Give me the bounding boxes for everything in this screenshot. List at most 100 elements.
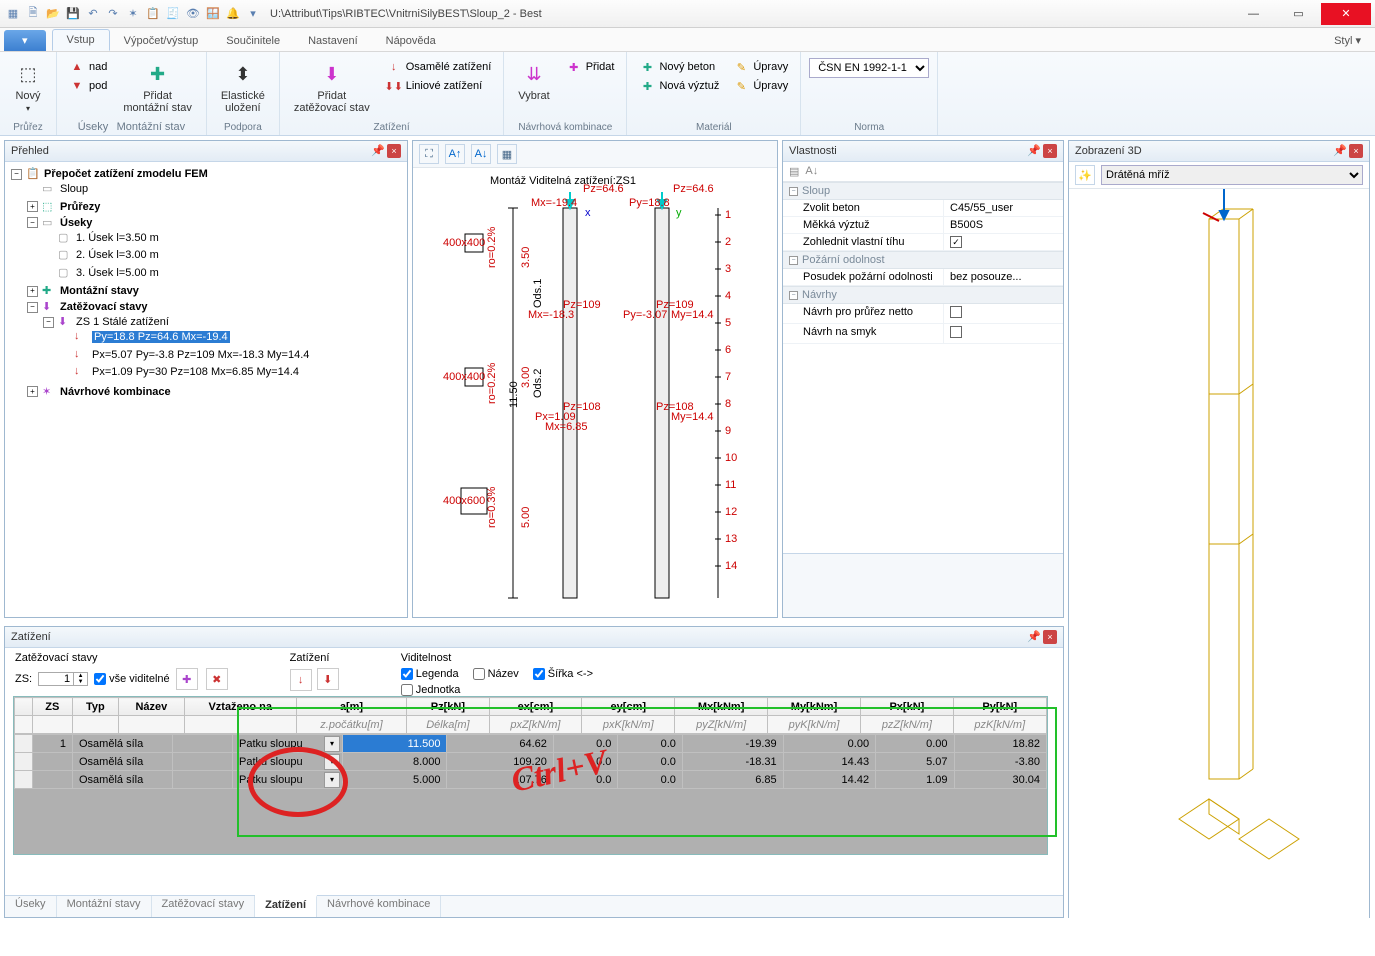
svg-text:3: 3 <box>725 263 731 275</box>
save-icon[interactable]: 💾 <box>64 5 82 23</box>
footer-tab[interactable]: Montážní stavy <box>57 896 152 917</box>
svg-text:400x400: 400x400 <box>443 237 485 249</box>
close-icon[interactable]: × <box>1349 144 1363 158</box>
all-visible-checkbox[interactable]: vše viditelné <box>94 673 170 685</box>
view3d-viewport[interactable] <box>1069 189 1369 922</box>
qat-icon[interactable]: ▦ <box>4 5 22 23</box>
tab-soucinitele[interactable]: Součinitele <box>212 31 294 51</box>
tab-nastaveni[interactable]: Nastavení <box>294 31 372 51</box>
legend-checkbox[interactable]: Legenda <box>401 668 459 680</box>
line-load-button[interactable]: ⬇⬇Liniové zatížení <box>382 77 496 95</box>
footer-tab[interactable]: Úseky <box>5 896 57 917</box>
point-load-icon: ↓ <box>386 59 402 75</box>
close-icon[interactable]: × <box>1043 144 1057 158</box>
panel-title: Zatížení <box>11 631 51 643</box>
pin-icon[interactable]: 📌 <box>371 144 385 158</box>
unit-checkbox[interactable]: Jednotka <box>401 684 593 696</box>
new-concrete-button[interactable]: ✚Nový beton <box>635 58 723 76</box>
svg-text:12: 12 <box>725 506 737 518</box>
pin-icon[interactable]: 📌 <box>1027 630 1041 644</box>
prop-value[interactable]: B500S <box>943 217 1063 233</box>
edit-concrete-button[interactable]: ✎Úpravy <box>729 58 792 76</box>
font-down-icon[interactable]: A↓ <box>471 144 491 164</box>
pin-icon[interactable]: 📌 <box>1333 144 1347 158</box>
width-checkbox[interactable]: Šířka <-> <box>533 668 593 680</box>
prop-key: Zvolit beton <box>783 200 943 216</box>
tool-icon[interactable]: 👁 <box>184 5 202 23</box>
view3d-mode-select[interactable]: Drátěná mříž <box>1101 165 1363 185</box>
file-tab[interactable]: ▾ <box>4 30 46 51</box>
prop-value[interactable]: bez posouze... <box>943 269 1063 285</box>
norm-select[interactable]: ČSN EN 1992-1-1 <box>809 58 929 78</box>
font-up-icon[interactable]: A↑ <box>445 144 465 164</box>
loads-grid[interactable]: ZS Typ Název Vztaženo na a[m] Pz[kN] ex[… <box>13 696 1048 855</box>
close-icon[interactable]: × <box>387 144 401 158</box>
svg-text:ro=0.3%: ro=0.3% <box>486 487 498 528</box>
tab-vstup[interactable]: Vstup <box>52 29 110 51</box>
point-load-icon[interactable]: ↓ <box>290 669 312 691</box>
footer-tab[interactable]: Zatěžovací stavy <box>152 896 256 917</box>
close-button[interactable]: ✕ <box>1321 3 1371 25</box>
sort-icon[interactable]: A↓ <box>805 165 818 178</box>
svg-text:6: 6 <box>725 344 731 356</box>
elastic-support-button[interactable]: ⬍ Elastické uložení <box>215 58 271 116</box>
tree-selected-item[interactable]: ↓Py=18.8 Pz=64.6 Mx=-19.4 <box>57 330 232 344</box>
tool-icon[interactable]: 🪟 <box>204 5 222 23</box>
select-combination-button[interactable]: ⇊ Vybrat <box>512 58 555 104</box>
open-icon[interactable]: 📂 <box>44 5 62 23</box>
new-section-button[interactable]: ⬚ Nový▾ <box>8 58 48 115</box>
edit-reinf-button[interactable]: ✎Úpravy <box>729 77 792 95</box>
zs-spinner[interactable]: ▲▼ <box>38 672 88 686</box>
grid-icon[interactable]: ▦ <box>497 144 517 164</box>
prop-category[interactable]: Sloup <box>802 185 830 197</box>
tool-icon[interactable]: ✶ <box>124 5 142 23</box>
wand-icon[interactable]: ✨ <box>1075 165 1095 185</box>
section-label: Zatížení <box>290 652 341 664</box>
prop-value[interactable]: C45/55_user <box>943 200 1063 216</box>
prop-checkbox[interactable] <box>943 324 1063 343</box>
add-below-button[interactable]: ▼pod <box>65 77 111 95</box>
prop-checkbox[interactable]: ✓ <box>943 234 1063 250</box>
new-file-icon[interactable]: 🗎 <box>24 5 42 23</box>
qat-dropdown-icon[interactable]: ▾ <box>244 5 262 23</box>
loadstate-add-icon[interactable]: ✚ <box>176 668 198 690</box>
tool-icon[interactable]: 🔔 <box>224 5 242 23</box>
line-load-icon[interactable]: ⬇ <box>317 668 339 690</box>
prop-category[interactable]: Požární odolnost <box>802 254 885 266</box>
close-icon[interactable]: × <box>1043 630 1057 644</box>
prop-checkbox[interactable] <box>943 304 1063 323</box>
add-mounting-state-button[interactable]: ✚ Přidat montážní stav <box>117 58 197 116</box>
svg-text:3.50: 3.50 <box>520 247 532 268</box>
add-above-button[interactable]: ▲nad <box>65 58 111 76</box>
tab-napoveda[interactable]: Nápověda <box>372 31 450 51</box>
prop-category[interactable]: Návrhy <box>802 289 837 301</box>
arrows-icon: ⇊ <box>520 60 548 88</box>
group-title: Průřez <box>8 120 48 135</box>
quick-access-toolbar: ▦ 🗎 📂 💾 ↶ ↷ ✶ 📋 🧾 👁 🪟 🔔 ▾ <box>4 5 262 23</box>
tool-icon[interactable]: 🧾 <box>164 5 182 23</box>
style-dropdown[interactable]: Styl ▾ <box>1320 30 1375 51</box>
tree[interactable]: −📋Přepočet zatížení zmodelu FEM ▭Sloup +… <box>5 162 407 617</box>
tool-icon[interactable]: 📋 <box>144 5 162 23</box>
maximize-button[interactable]: ▭ <box>1276 3 1321 25</box>
name-checkbox[interactable]: Název <box>473 668 519 680</box>
add-combination-button[interactable]: ✚Přidat <box>562 58 619 76</box>
footer-tab[interactable]: Návrhové kombinace <box>317 896 441 917</box>
footer-tab-active[interactable]: Zatížení <box>255 895 317 917</box>
svg-text:y: y <box>676 207 682 219</box>
svg-text:Ods.2: Ods.2 <box>532 369 544 398</box>
tab-vypocet[interactable]: Výpočet/výstup <box>110 31 213 51</box>
svg-text:ro=0.2%: ro=0.2% <box>486 227 498 268</box>
new-reinf-button[interactable]: ✚Nová výztuž <box>635 77 723 95</box>
point-load-button[interactable]: ↓Osamělé zatížení <box>382 58 496 76</box>
pin-icon[interactable]: 📌 <box>1027 144 1041 158</box>
graphic-view[interactable]: Montáž Viditelná zatížení:ZS1 400x400 40… <box>413 168 777 617</box>
categorize-icon[interactable]: ▤ <box>789 165 799 178</box>
redo-icon[interactable]: ↷ <box>104 5 122 23</box>
minimize-button[interactable]: — <box>1231 3 1276 25</box>
zoom-fit-icon[interactable]: ⛶ <box>419 144 439 164</box>
pencil-icon: ✎ <box>733 78 749 94</box>
undo-icon[interactable]: ↶ <box>84 5 102 23</box>
add-load-state-button[interactable]: ⬇ Přidat zatěžovací stav <box>288 58 376 116</box>
loadstate-delete-icon[interactable]: ✖ <box>206 668 228 690</box>
